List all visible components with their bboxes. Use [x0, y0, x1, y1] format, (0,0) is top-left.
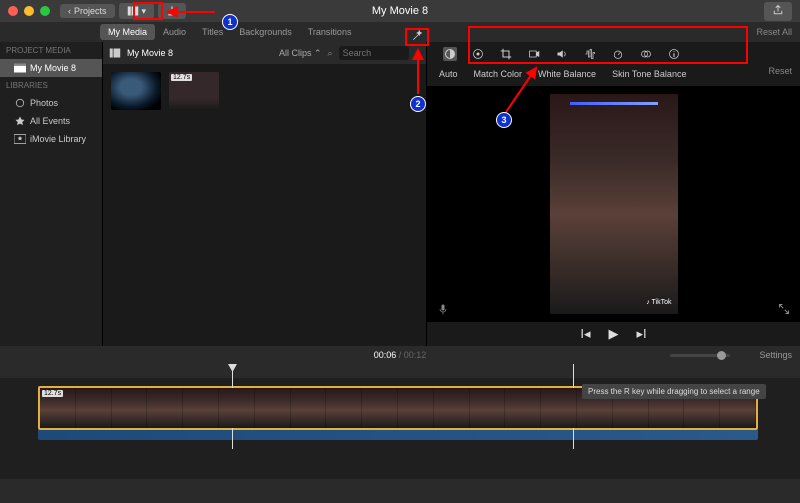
- sidebar-item-project[interactable]: My Movie 8: [0, 59, 102, 77]
- current-time: 00:06: [374, 350, 397, 360]
- tab-titles[interactable]: Titles: [194, 24, 231, 40]
- clip-duration-badge: 12.7s: [171, 74, 192, 81]
- playback-controls: I◂ ▶ ▸I: [427, 322, 800, 346]
- timeline[interactable]: Press the R key while dragging to select…: [0, 364, 800, 479]
- media-title: My Movie 8: [127, 48, 173, 58]
- total-duration: 00:12: [404, 350, 427, 360]
- clapperboard-icon: [14, 62, 26, 74]
- share-button[interactable]: [764, 2, 792, 21]
- color-balance-icon[interactable]: [443, 47, 457, 61]
- tab-my-media[interactable]: My Media: [100, 24, 155, 40]
- media-header: My Movie 8 All Clips ⌃ ⌕ ◐: [103, 42, 426, 64]
- chevron-left-icon: ‹: [68, 6, 71, 16]
- media-clip-2[interactable]: 12.7s: [169, 72, 219, 110]
- sidebar-item-label: My Movie 8: [30, 63, 76, 73]
- library-layout-button[interactable]: ▾: [119, 3, 155, 19]
- sidebar-header-libraries: LIBRARIES: [0, 77, 102, 94]
- adjustments-toolbar: Auto Match Color White Balance Skin Tone…: [427, 42, 800, 86]
- tabs-row: My Media Audio Titles Backgrounds Transi…: [0, 22, 800, 42]
- stabilization-icon[interactable]: [527, 47, 541, 61]
- titlebar: ‹ Projects ▾ My Movie 8: [0, 0, 800, 22]
- star-icon: [14, 115, 26, 127]
- noise-reduction-icon[interactable]: [583, 47, 597, 61]
- voiceover-icon[interactable]: [437, 303, 449, 318]
- photos-icon: [14, 97, 26, 109]
- zoom-slider[interactable]: [670, 354, 730, 357]
- sidebar-item-photos[interactable]: Photos: [0, 94, 102, 112]
- sidebar-item-imovie-library[interactable]: iMovie Library: [0, 130, 102, 148]
- sidebar: PROJECT MEDIA My Movie 8 LIBRARIES Photo…: [0, 42, 103, 346]
- color-correction-icon[interactable]: [471, 47, 485, 61]
- tab-transitions[interactable]: Transitions: [300, 24, 360, 40]
- timeline-header: 00:06 / 00:12 Settings: [0, 346, 800, 364]
- speed-icon[interactable]: [611, 47, 625, 61]
- cb-white-balance[interactable]: White Balance: [538, 69, 596, 79]
- video-preview[interactable]: ♪ TikTok: [550, 94, 678, 314]
- window-title: My Movie 8: [372, 5, 428, 17]
- traffic-lights: [8, 6, 50, 16]
- main-area: PROJECT MEDIA My Movie 8 LIBRARIES Photo…: [0, 42, 800, 346]
- chevron-down-icon: ▾: [142, 6, 147, 17]
- sidebar-item-label: iMovie Library: [30, 134, 86, 144]
- play-icon[interactable]: ▶: [609, 326, 619, 342]
- media-panel: My Movie 8 All Clips ⌃ ⌕ ◐ 12.7s: [103, 42, 427, 346]
- library-star-icon: [14, 133, 26, 145]
- search-input[interactable]: [339, 46, 409, 60]
- media-thumbnails: 12.7s: [103, 64, 426, 118]
- tab-audio[interactable]: Audio: [155, 24, 194, 40]
- minimize-window-icon[interactable]: [24, 6, 34, 16]
- clips-filter-dropdown[interactable]: All Clips ⌃: [279, 48, 322, 59]
- download-arrow-icon: [166, 5, 178, 17]
- close-window-icon[interactable]: [8, 6, 18, 16]
- layout-icon: [127, 5, 139, 17]
- range-select-tooltip: Press the R key while dragging to select…: [582, 384, 766, 399]
- volume-icon[interactable]: [555, 47, 569, 61]
- sidebar-item-label: Photos: [30, 98, 58, 108]
- cb-match-color[interactable]: Match Color: [474, 69, 523, 79]
- sidebar-item-all-events[interactable]: All Events: [0, 112, 102, 130]
- timeline-settings-button[interactable]: Settings: [759, 350, 792, 360]
- tab-backgrounds[interactable]: Backgrounds: [231, 24, 300, 40]
- sidebar-header-project-media: PROJECT MEDIA: [0, 42, 102, 59]
- search-icon: ⌕: [328, 48, 333, 59]
- cb-skin-tone[interactable]: Skin Tone Balance: [612, 69, 686, 79]
- preview-viewport: ♪ TikTok: [427, 86, 800, 322]
- tiktok-watermark: ♪ TikTok: [646, 299, 671, 306]
- next-frame-icon[interactable]: ▸I: [637, 326, 647, 342]
- share-icon: [772, 4, 784, 16]
- preview-panel: Auto Match Color White Balance Skin Tone…: [427, 42, 800, 346]
- color-balance-tabs: Auto Match Color White Balance Skin Tone…: [439, 66, 788, 82]
- filter-icon[interactable]: ◐: [415, 48, 420, 58]
- clip-filter-icon[interactable]: [639, 47, 653, 61]
- reset-all-button[interactable]: Reset All: [756, 27, 792, 37]
- info-icon[interactable]: [667, 47, 681, 61]
- fullscreen-preview-icon[interactable]: [778, 303, 790, 318]
- adjustments-icons: [439, 46, 788, 62]
- enhance-wand-icon[interactable]: [411, 30, 423, 45]
- audio-clip-strip[interactable]: [38, 430, 758, 440]
- media-clip-1[interactable]: [111, 72, 161, 110]
- sidebar-item-label: All Events: [30, 116, 70, 126]
- timeline-time: 00:06 / 00:12: [374, 350, 427, 360]
- prev-frame-icon[interactable]: I◂: [580, 326, 590, 342]
- fullscreen-window-icon[interactable]: [40, 6, 50, 16]
- reset-button[interactable]: Reset: [768, 66, 792, 76]
- timeline-ruler[interactable]: [0, 364, 800, 378]
- back-projects-button[interactable]: ‹ Projects: [60, 4, 115, 18]
- crop-icon[interactable]: [499, 47, 513, 61]
- cb-auto[interactable]: Auto: [439, 69, 458, 79]
- import-button[interactable]: [158, 3, 186, 19]
- list-toggle-icon[interactable]: [109, 47, 121, 59]
- back-label: Projects: [74, 6, 107, 16]
